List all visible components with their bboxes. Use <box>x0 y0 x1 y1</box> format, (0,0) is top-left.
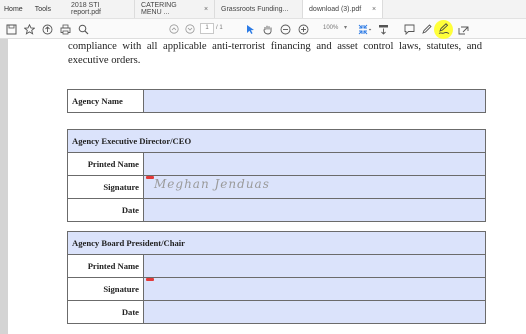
tab-label: download (3).pdf <box>309 5 362 13</box>
tab-download-3[interactable]: download (3).pdf × <box>303 0 384 18</box>
tools-link[interactable]: Tools <box>29 0 57 18</box>
bookmark-star-icon[interactable] <box>22 21 36 37</box>
printed-name-field[interactable] <box>143 254 486 278</box>
search-icon[interactable] <box>76 21 90 37</box>
hand-icon[interactable] <box>260 21 274 37</box>
page-total: / 1 <box>216 25 223 31</box>
date-field[interactable] <box>143 300 486 324</box>
pen-icon[interactable] <box>419 21 433 37</box>
signature-field[interactable]: Meghan Jenduas <box>143 175 486 199</box>
board-president-table: Agency Board President/Chair Printed Nam… <box>67 231 486 324</box>
fill-sign-icon[interactable] <box>436 21 451 37</box>
signature-value: Meghan Jenduas <box>154 177 270 191</box>
zoom-level-value: 100% <box>323 25 339 31</box>
close-icon[interactable]: × <box>204 6 208 13</box>
page-number-input[interactable]: 1 <box>200 23 214 34</box>
page-down-icon[interactable] <box>184 21 196 37</box>
comment-icon[interactable] <box>402 21 416 37</box>
tab-2018-sti-report[interactable]: 2018 STI report.pdf <box>65 0 136 18</box>
zoom-in-icon[interactable] <box>296 21 310 37</box>
required-field-marker <box>146 278 154 281</box>
save-icon[interactable] <box>4 21 18 37</box>
intro-paragraph: compliance with all applicable anti-terr… <box>68 41 482 66</box>
zoom-level-dropdown[interactable]: 100% ▾ <box>323 23 349 34</box>
share-icon[interactable] <box>456 21 470 37</box>
fit-page-icon[interactable] <box>356 21 374 37</box>
date-field[interactable] <box>143 198 486 222</box>
page-up-icon[interactable] <box>168 21 180 37</box>
agency-name-label: Agency Name <box>67 89 144 113</box>
tab-bar: Home Tools 2018 STI report.pdf CATERING … <box>0 0 526 19</box>
print-icon[interactable] <box>58 21 72 37</box>
scroll-mode-icon[interactable] <box>376 21 390 37</box>
select-arrow-icon[interactable] <box>244 21 256 37</box>
signature-label: Signature <box>67 277 144 301</box>
board-president-header: Agency Board President/Chair <box>67 231 486 255</box>
executive-director-table: Agency Executive Director/CEO Printed Na… <box>67 129 486 222</box>
agency-name-field[interactable] <box>143 89 486 113</box>
signature-field[interactable] <box>143 277 486 301</box>
tab-catering-menu[interactable]: CATERING MENU ... × <box>135 0 216 18</box>
close-icon[interactable]: × <box>372 6 376 13</box>
printed-name-label: Printed Name <box>67 254 144 278</box>
tab-label: Grassroots Funding... <box>221 5 289 13</box>
date-label: Date <box>67 300 144 324</box>
printed-name-label: Printed Name <box>67 152 144 176</box>
signature-label: Signature <box>67 175 144 199</box>
printed-name-field[interactable] <box>143 152 486 176</box>
tab-label: 2018 STI report.pdf <box>71 2 101 16</box>
required-field-marker <box>146 176 154 179</box>
executive-director-header: Agency Executive Director/CEO <box>67 129 486 153</box>
chevron-down-icon: ▾ <box>344 25 348 31</box>
agency-name-table: Agency Name <box>67 89 486 113</box>
date-label: Date <box>67 198 144 222</box>
upload-icon[interactable] <box>40 21 54 37</box>
tab-label: CATERING MENU ... <box>141 2 177 16</box>
tab-grassroots-funding[interactable]: Grassroots Funding... <box>215 0 304 18</box>
zoom-out-icon[interactable] <box>278 21 292 37</box>
document-view: compliance with all applicable anti-terr… <box>0 39 526 334</box>
home-link[interactable]: Home <box>0 0 29 18</box>
